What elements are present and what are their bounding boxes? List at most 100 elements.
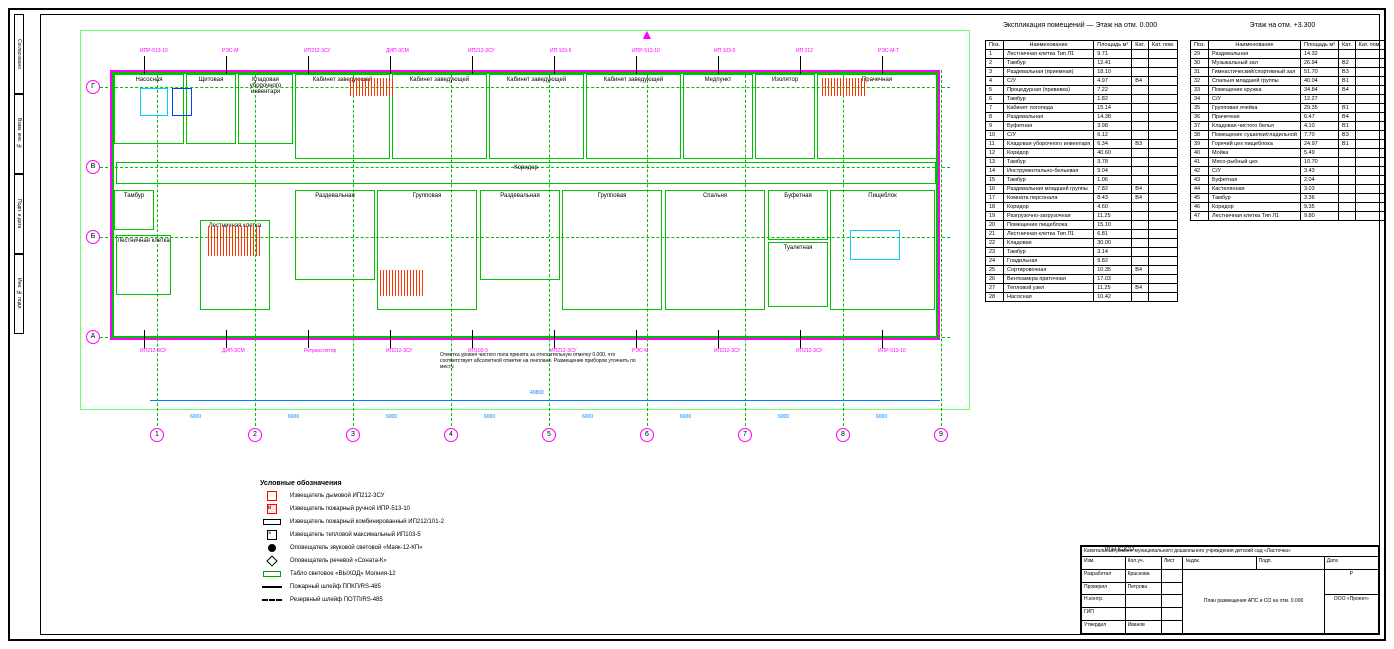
grid-bubble: 7 — [738, 428, 752, 442]
table-row: 38Помещение сушилки/гладильной7.70В3 — [1191, 131, 1385, 140]
stair-icon — [380, 270, 424, 296]
legend-label: Извещатель пожарный комбинированный ИП21… — [290, 519, 444, 525]
dimension-value: 6000 — [778, 414, 789, 420]
table-row: 18Коридор4.60 — [986, 203, 1178, 212]
table-row: 31Гимнастический/спортивный зал51.70В3 — [1191, 68, 1385, 77]
legend-row: Резервный шлейф ПОТП/RS-485 — [260, 595, 560, 605]
legend-label: Резервный шлейф ПОТП/RS-485 — [290, 597, 383, 603]
legend-title: Условные обозначения — [260, 480, 560, 487]
legend-row: Оповещатель звуковой световой «Маяк-12-К… — [260, 543, 560, 553]
callout-label: ИП 103-5 — [714, 48, 735, 54]
stair-icon — [350, 78, 394, 96]
table-row: 24Гладильная9.82 — [986, 257, 1178, 266]
room-label: Щитовая — [187, 77, 235, 83]
room: Кладовая уборочного инвентаря — [238, 74, 293, 144]
table-row: 20Помещение пищеблока15.10 — [986, 221, 1178, 230]
table-row: 6Тамбур1.82 — [986, 95, 1178, 104]
room: Тамбур — [114, 190, 154, 230]
legend-symbol-icon — [260, 543, 284, 553]
schedule-1-title: Экспликация помещений — Этаж на отм. 0.0… — [985, 22, 1175, 29]
room-label: Медпункт — [684, 77, 752, 83]
legend-symbol-icon — [260, 556, 284, 566]
table-row: 11Кладовая уборочного инвентаря6.34В3 — [986, 140, 1178, 149]
table-row: 23Тамбур3.14 — [986, 248, 1178, 257]
room-label: Кабинет заведующей — [587, 77, 680, 83]
room: Раздевальная — [295, 190, 375, 280]
north-arrow-icon: ▲ — [640, 26, 654, 42]
room-label: Буфетная — [769, 193, 827, 199]
table-row: 5Процедурная (прививка)7.22 — [986, 86, 1178, 95]
table-row: 34С/У12.27 — [1191, 95, 1385, 104]
table-row: 9Буфетная3.98 — [986, 122, 1178, 131]
legend-label: Извещатель тепловой максимальный ИП103-5 — [290, 532, 421, 538]
legend-symbol-icon — [260, 569, 284, 579]
room: Изолятор — [755, 74, 815, 159]
callout-label: ДИП-3СМ — [222, 348, 245, 354]
grid-bubble: 6 — [640, 428, 654, 442]
table-row: 22Кладовая30.00 — [986, 239, 1178, 248]
callout-label: РЭС-М — [222, 48, 238, 54]
legend: Условные обозначения Извещатель дымовой … — [260, 480, 560, 608]
grid-bubble: А — [86, 330, 100, 344]
grid-bubble: 5 — [542, 428, 556, 442]
grid-bubble: 8 — [836, 428, 850, 442]
equipment-icon — [140, 88, 168, 116]
table-row: 35Групповая ячейка29.35В1 — [1191, 104, 1385, 113]
room-label: Тамбур — [115, 193, 153, 199]
table-row: 21Лестничная клетка Тип Л16.81 — [986, 230, 1178, 239]
room: Медпункт — [683, 74, 753, 159]
dimension-value: 6000 — [876, 414, 887, 420]
dimension-value: 6000 — [190, 414, 201, 420]
callout-label: РЭС-М-Т — [878, 48, 899, 54]
side-label: Согласовано — [14, 14, 24, 94]
callout-label: ИП 103-5 — [550, 48, 571, 54]
binding-strip: Согласовано Взам. инв. № Подп. и дата Ин… — [14, 14, 40, 635]
table-row: 19Разгрузочно-загрузочная11.25 — [986, 212, 1178, 221]
room: Групповая — [562, 190, 662, 310]
table-row: 2Тамбур12.41 — [986, 59, 1178, 68]
room-label: Кабинет заведующей — [490, 77, 583, 83]
room-label: Коридор — [117, 165, 935, 171]
legend-label: Табло световое «ВЫХОД» Молния-12 — [290, 571, 396, 577]
legend-row: ×Извещатель тепловой максимальный ИП103-… — [260, 530, 560, 540]
legend-symbol-icon — [260, 595, 284, 605]
table-row: 28Насосная10.42 — [986, 293, 1178, 302]
callout-label: ИП212-3СУ — [796, 348, 823, 354]
room-label: Пищеблок — [831, 193, 934, 199]
legend-row: Извещатель пожарный комбинированный ИП21… — [260, 517, 560, 527]
dimension-value: 6000 — [484, 414, 495, 420]
table-row: 43Буфетная2.04 — [1191, 176, 1385, 185]
table-row: 3Раздевальная (приемная)18.10 — [986, 68, 1178, 77]
callout-label: ИПР-513-10 — [632, 48, 660, 54]
table-row: 46Коридор9.35 — [1191, 203, 1385, 212]
legend-label: Оповещатель звуковой световой «Маяк-12-К… — [290, 545, 422, 551]
room-label: Раздевальная — [481, 193, 559, 199]
legend-symbol-icon — [260, 517, 284, 527]
callout-label: ИПР-513-10 — [878, 348, 906, 354]
room-label: Кладовая уборочного инвентаря — [239, 77, 292, 95]
table-row: 27Тепловой узел11.25В4 — [986, 284, 1178, 293]
table-row: 7Кабинет логопеда15.14 — [986, 104, 1178, 113]
legend-symbol-icon: и — [260, 504, 284, 514]
room: Раздевальная — [480, 190, 560, 280]
room-schedule-1: Поз.НаименованиеПлощадь м²Кат.Кат. пом.1… — [985, 40, 1178, 302]
callout-label: ИП212-3СУ — [304, 48, 331, 54]
grid-bubble: Г — [86, 80, 100, 94]
room-label: Лестничная клетка — [117, 238, 170, 244]
table-row: 10С/У6.12 — [986, 131, 1178, 140]
room: Кабинет заведующей — [489, 74, 584, 159]
room-label: Туалетная — [769, 245, 827, 251]
legend-row: Пожарный шлейф ППКП/RS-485 — [260, 582, 560, 592]
grid-bubble: 2 — [248, 428, 262, 442]
legend-label: Оповещатель речевой «Соната-К» — [290, 558, 387, 564]
table-row: 39Горячий цех пищеблока24.97В1 — [1191, 140, 1385, 149]
floor-plan: ▲ ГВБА 160002600036000460005600066000760… — [80, 30, 970, 450]
room-label: Спальня — [666, 193, 764, 199]
table-row: 25Сортировочная10.35В4 — [986, 266, 1178, 275]
legend-label: Извещатель пожарный ручной ИПР-513-10 — [290, 506, 410, 512]
callout-label: ИП212-3СУ — [386, 348, 413, 354]
table-row: 47Лестничная клетка Тип Л19.80 — [1191, 212, 1385, 221]
table-row: 16Раздевальная младшей группы7.82В4 — [986, 185, 1178, 194]
table-row: 1Лестничная клетка Тип Л19.71 — [986, 50, 1178, 59]
table-row: 33Помещение кружка34.84В4 — [1191, 86, 1385, 95]
